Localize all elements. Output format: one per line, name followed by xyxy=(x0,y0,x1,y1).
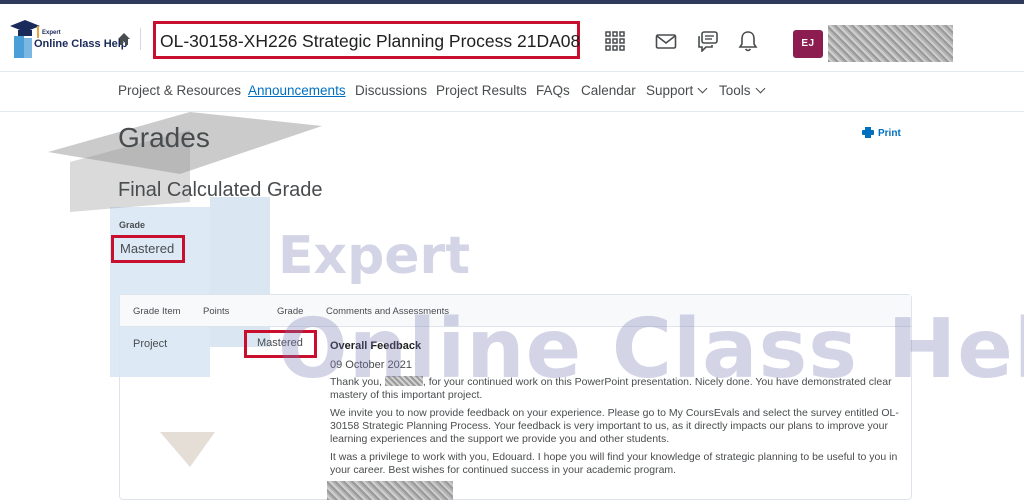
nav-project-resources[interactable]: Project & Resources xyxy=(118,83,241,98)
nav-project-results[interactable]: Project Results xyxy=(436,83,527,98)
redacted-user-name[interactable] xyxy=(828,25,953,62)
nav-calendar[interactable]: Calendar xyxy=(581,83,636,98)
nav-faqs[interactable]: FAQs xyxy=(536,83,570,98)
column-header-points: Points xyxy=(203,306,230,317)
print-label: Print xyxy=(878,128,901,139)
feedback-paragraph-3: It was a privilege to work with you, Edo… xyxy=(330,451,898,476)
page-title: Grades xyxy=(118,122,210,153)
course-header: Expert Online Class Help OL-30158-XH226 … xyxy=(0,4,1024,72)
grade-item-name: Project xyxy=(133,338,168,350)
nav-tools-label: Tools xyxy=(719,83,751,98)
nav-tools[interactable]: Tools xyxy=(719,83,765,98)
logo-small-text: Expert xyxy=(42,30,61,36)
brand-logo[interactable]: Expert Online Class Help xyxy=(6,16,128,66)
nav-support-label: Support xyxy=(646,83,694,98)
watermark-text-online-class-help: Online Class Help xyxy=(278,302,1024,397)
bell-icon[interactable] xyxy=(737,30,759,52)
nav-support[interactable]: Support xyxy=(646,83,708,98)
redacted-signature xyxy=(327,481,453,500)
user-avatar[interactable]: EJ xyxy=(793,30,823,58)
chevron-down-icon xyxy=(755,83,765,94)
chevron-down-icon xyxy=(697,83,708,94)
column-header-grade-item: Grade Item xyxy=(133,306,181,317)
watermark-text-expert: Expert xyxy=(278,226,471,286)
printer-icon xyxy=(862,127,874,138)
chat-icon[interactable] xyxy=(697,30,719,52)
print-button[interactable]: Print xyxy=(862,127,901,139)
nav-discussions[interactable]: Discussions xyxy=(355,83,427,98)
feedback-paragraph-2: We invite you to now provide feedback on… xyxy=(330,407,899,445)
header-divider xyxy=(140,28,141,50)
course-title[interactable]: OL-30158-XH226 Strategic Planning Proces… xyxy=(160,31,580,52)
mail-icon[interactable] xyxy=(655,30,677,52)
logo-main-text: Online Class Help xyxy=(34,38,128,50)
final-grade-heading: Final Calculated Grade xyxy=(118,179,323,201)
grade-label: Grade xyxy=(119,220,146,230)
grid-icon[interactable] xyxy=(604,30,626,52)
course-navbar: Project & Resources Announcements Discus… xyxy=(0,72,1024,112)
nav-announcements[interactable]: Announcements xyxy=(248,83,346,98)
final-grade-value: Mastered xyxy=(120,241,175,256)
home-icon[interactable] xyxy=(117,32,131,46)
